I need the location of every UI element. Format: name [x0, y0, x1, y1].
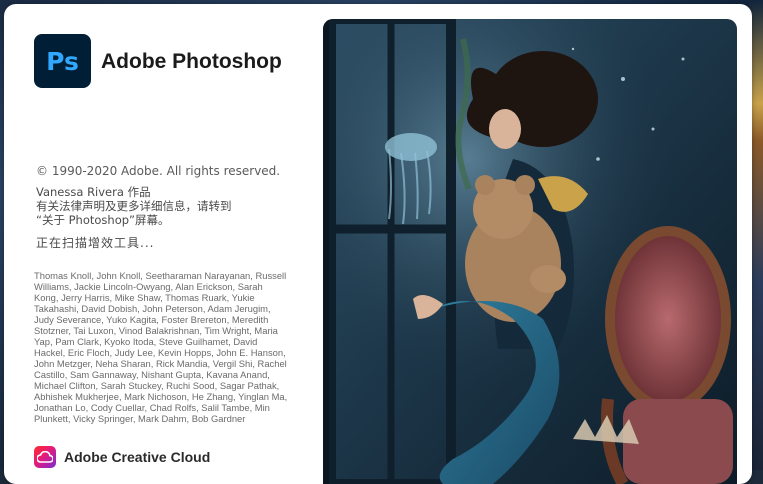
creative-cloud-label: Adobe Creative Cloud	[64, 449, 211, 465]
app-name: Adobe Photoshop	[101, 50, 282, 73]
artwork-credit: Vanessa Rivera 作品 有关法律声明及更多详细信息，请转到 “关于 …	[36, 185, 286, 227]
logo-text: Ps	[46, 46, 79, 76]
creative-cloud-icon	[34, 446, 56, 468]
photoshop-logo-icon: Ps	[34, 34, 91, 88]
splash-screen: Ps Adobe Photoshop © 1990-2020 Adobe. Al…	[4, 4, 752, 484]
artwork-credit-line: Vanessa Rivera 作品	[36, 185, 151, 199]
copyright-text: © 1990-2020 Adobe. All rights reserved.	[36, 164, 281, 178]
creative-cloud-footer: Adobe Creative Cloud	[34, 446, 210, 468]
loading-status: 正在扫描增效工具...	[36, 236, 155, 250]
artwork-credit-line: 有关法律声明及更多详细信息，请转到	[36, 199, 232, 213]
splash-artwork-image	[323, 19, 737, 484]
artwork-credit-line: “关于 Photoshop”屏幕。	[36, 213, 170, 227]
credits-text: Thomas Knoll, John Knoll, Seetharaman Na…	[34, 270, 288, 424]
